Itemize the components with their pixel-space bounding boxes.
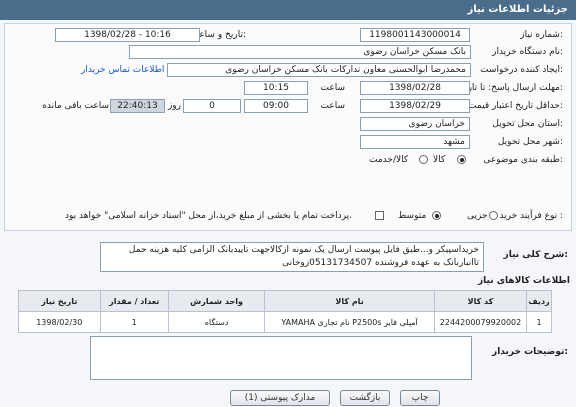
print-button[interactable]: چاپ: [400, 390, 440, 406]
treasury-checkbox[interactable]: [375, 211, 384, 220]
column-header: تاریخ نیاز: [18, 290, 101, 312]
page-title: جزئیات اطلاعات نیاز: [467, 4, 568, 15]
cell-item-code: 2244200079920002: [433, 311, 528, 333]
province-label: استان محل تحویل:: [492, 119, 563, 129]
column-header: ردیف: [526, 290, 552, 312]
summary-label: شرح کلی نیاز:: [503, 250, 568, 260]
send-time-field[interactable]: 10:15: [244, 81, 308, 95]
cell-unit: دستگاه: [167, 311, 266, 333]
announce-datetime-field[interactable]: 1398/02/28 - 10:16: [55, 28, 200, 42]
table-row[interactable]: 1 2244200079920002 آمپلی فایر P2500s نام…: [18, 311, 552, 333]
back-button[interactable]: بازگشت: [340, 390, 390, 406]
creator-label: ایجاد کننده درخواست:: [480, 65, 563, 75]
notes-textarea[interactable]: [90, 336, 472, 380]
city-field[interactable]: مشهد: [360, 135, 470, 149]
process-label: نوع فرآیند خرید :: [499, 211, 563, 221]
column-header: نام کالا: [264, 290, 435, 312]
need-number-label: شماره نیاز:: [520, 30, 563, 40]
validity-time-label: ساعت: [320, 101, 346, 111]
column-header: کد کالا: [433, 290, 528, 312]
details-panel: شماره نیاز: 1198001143000014 تاریخ و ساع…: [4, 23, 572, 231]
cell-item-name: آمپلی فایر P2500s نام تجاری YAMAHA: [264, 311, 435, 333]
process-medium-radio[interactable]: [432, 211, 441, 220]
attachments-button[interactable]: مدارک پیوستی (1): [230, 390, 330, 406]
column-header: واحد شمارش: [167, 290, 266, 312]
summary-field[interactable]: خریداسپیکر و...طبق فایل پیوست ارسال یک ن…: [100, 242, 484, 272]
buyer-field[interactable]: بانک مسکن خراسان رضوی: [129, 45, 471, 59]
category-goods-service-radio[interactable]: [419, 155, 428, 164]
validity-date-field[interactable]: 1398/02/29: [360, 99, 470, 113]
city-label: شهر محل تحویل:: [497, 137, 563, 147]
process-medium-label: متوسط: [398, 211, 427, 221]
validity-time-field[interactable]: 09:00: [244, 99, 308, 113]
cell-quantity: 1: [99, 311, 169, 333]
cell-need-date: 1398/02/30: [18, 311, 101, 333]
remaining-label: ساعت باقی مانده: [42, 101, 109, 111]
province-field[interactable]: خراسان رضوی: [360, 117, 470, 131]
cell-row-number: 1: [526, 311, 552, 333]
buyer-label: نام دستگاه خریدار:: [492, 47, 563, 57]
remaining-time-field: 22:40:13: [110, 99, 165, 113]
creator-field[interactable]: محمدرضا ابوالحسنی معاون تداركات بانک مسك…: [167, 63, 471, 77]
category-goods-label: کالا: [433, 155, 446, 165]
category-goods-radio[interactable]: [457, 155, 466, 164]
category-goods-service-label: کالا/خدمت: [369, 155, 409, 165]
process-partial-radio[interactable]: [489, 211, 498, 220]
send-deadline-label: مهلت ارسال پاسخ: تا تاریخ:: [459, 83, 563, 93]
page-header: جزئیات اطلاعات نیاز: [0, 0, 576, 20]
send-time-label: ساعت: [320, 83, 346, 93]
items-section-title: اطلاعات کالاهای نیاز: [477, 276, 570, 286]
days-field[interactable]: 0: [183, 99, 241, 113]
need-number-field[interactable]: 1198001143000014: [360, 28, 470, 42]
send-date-field[interactable]: 1398/02/28: [360, 81, 470, 95]
process-partial-label: جزیی: [467, 211, 488, 221]
notes-label: توضیحات خریدار:: [492, 347, 568, 357]
buyer-contact-link[interactable]: اطلاعات تماس خریدار: [81, 65, 164, 75]
category-label: طبقه بندی موضوعی:: [483, 155, 563, 165]
items-table: ردیف کد کالا نام کالا واحد شمارش تعداد /…: [18, 290, 552, 333]
column-header: تعداد / مقدار: [99, 290, 169, 312]
treasury-text: پرداخت تمام یا بخشی از مبلغ خرید،از محل …: [65, 211, 353, 221]
